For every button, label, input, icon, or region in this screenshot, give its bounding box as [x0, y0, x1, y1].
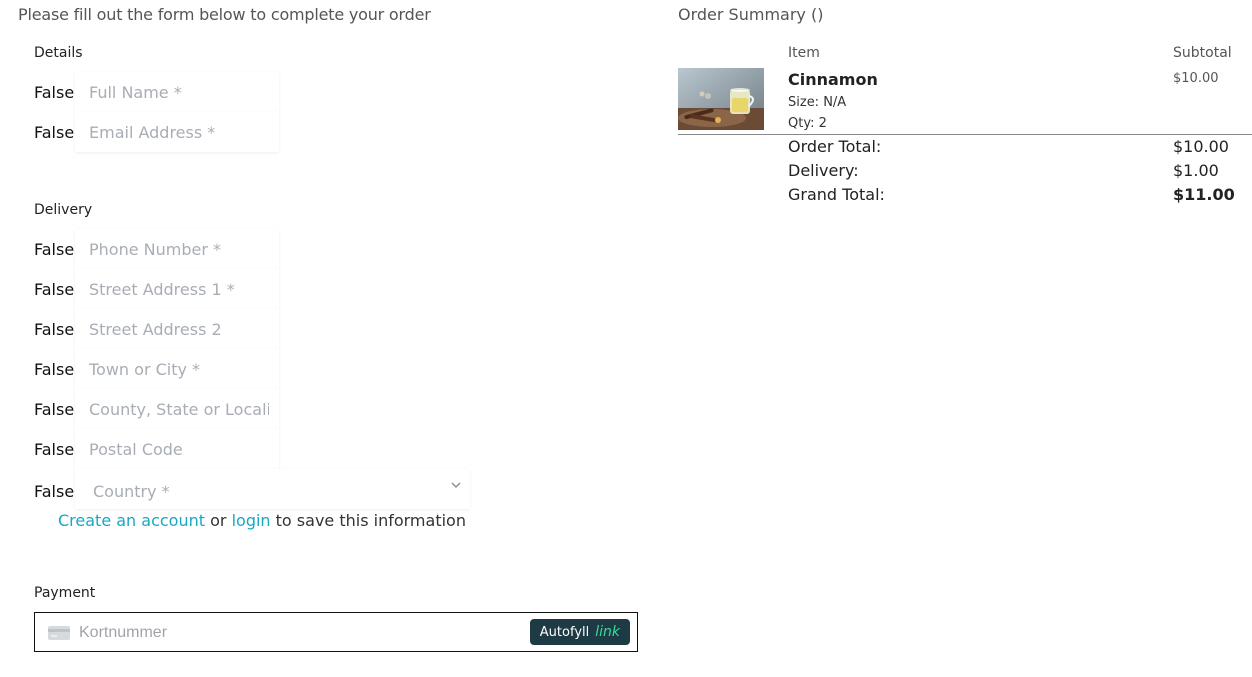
- street-address-2-input[interactable]: [75, 309, 279, 349]
- item-column-header: Item: [788, 45, 820, 61]
- field-flag: False: [34, 122, 75, 142]
- field-flag: False: [34, 279, 75, 299]
- phone-input[interactable]: [75, 229, 279, 269]
- delivery-label: Delivery:: [788, 161, 859, 180]
- field-flag: False: [34, 399, 75, 419]
- details-section-label: Details: [34, 45, 83, 61]
- item-subtotal: $10.00: [1173, 71, 1219, 86]
- checkout-page: Please fill out the form below to comple…: [0, 0, 1252, 677]
- field-flag: False: [34, 359, 75, 379]
- street-address-1-input[interactable]: [75, 269, 279, 309]
- save-info-text: to save this information: [270, 511, 466, 530]
- create-account-link[interactable]: Create an account: [58, 511, 205, 530]
- country-row: False Country *: [34, 469, 470, 509]
- credit-card-icon: [48, 626, 70, 640]
- delivery-value: $1.00: [1173, 161, 1219, 180]
- subtotal-column-header: Subtotal: [1173, 45, 1232, 61]
- postal-row: False: [34, 429, 279, 469]
- or-text: or: [205, 511, 232, 530]
- payment-section-label: Payment: [34, 585, 96, 601]
- card-number-input[interactable]: Kortnummer Autofyll link: [34, 612, 638, 652]
- full-name-row: False: [34, 72, 279, 112]
- country-select-value: Country *: [93, 482, 170, 501]
- postal-code-input[interactable]: [75, 429, 279, 469]
- field-flag: False: [34, 82, 75, 102]
- email-input[interactable]: [75, 112, 279, 152]
- street2-row: False: [34, 309, 279, 349]
- county-input[interactable]: [75, 389, 279, 429]
- order-summary-title: Order Summary (): [678, 5, 824, 24]
- field-flag: False: [34, 482, 75, 501]
- form-intro: Please fill out the form below to comple…: [18, 5, 431, 24]
- delivery-section-label: Delivery: [34, 202, 93, 218]
- email-row: False: [34, 112, 279, 152]
- login-link[interactable]: login: [232, 511, 271, 530]
- town-row: False: [34, 349, 279, 389]
- link-brand-logo: link: [595, 624, 620, 640]
- country-select[interactable]: Country *: [75, 469, 470, 509]
- town-city-input[interactable]: [75, 349, 279, 389]
- product-thumbnail: [678, 68, 764, 130]
- chevron-down-icon: [451, 482, 461, 489]
- grand-total-value: $11.00: [1173, 185, 1235, 204]
- order-total-value: $10.00: [1173, 137, 1229, 156]
- field-flag: False: [34, 439, 75, 459]
- autofill-link-button[interactable]: Autofyll link: [529, 619, 630, 645]
- grand-total-label: Grand Total:: [788, 185, 885, 204]
- order-total-label: Order Total:: [788, 137, 882, 156]
- county-row: False: [34, 389, 279, 429]
- account-prompt: Create an account or login to save this …: [58, 511, 466, 530]
- street1-row: False: [34, 269, 279, 309]
- field-flag: False: [34, 319, 75, 339]
- item-qty: Qty: 2: [788, 116, 827, 131]
- autofill-label: Autofyll: [539, 624, 590, 640]
- item-size: Size: N/A: [788, 95, 847, 110]
- card-number-placeholder: Kortnummer: [79, 624, 168, 641]
- full-name-input[interactable]: [75, 72, 279, 112]
- item-name: Cinnamon: [788, 70, 878, 89]
- summary-divider: [678, 134, 1252, 135]
- phone-row: False: [34, 229, 279, 269]
- field-flag: False: [34, 239, 75, 259]
